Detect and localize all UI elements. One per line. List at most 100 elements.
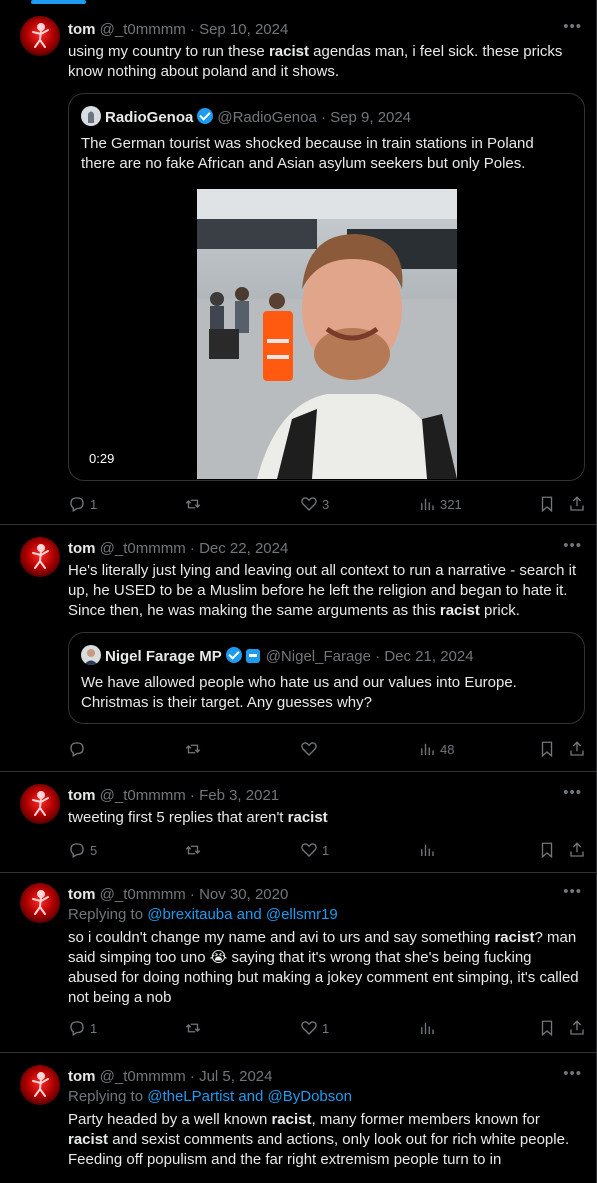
share-icon: [570, 842, 584, 857]
affiliate-badge-icon: [245, 649, 260, 663]
tweet[interactable]: tom @_t0mmmm · Dec 22, 2024 ••• He's lit…: [0, 525, 596, 772]
tweet-date[interactable]: Dec 22, 2024: [199, 540, 288, 557]
like-button[interactable]: 1: [300, 841, 329, 859]
avatar[interactable]: [20, 16, 60, 56]
author-name[interactable]: tom: [68, 540, 96, 557]
author-handle[interactable]: @_t0mmmm: [100, 886, 186, 903]
share-icon: [570, 1020, 584, 1035]
repost-button[interactable]: [184, 495, 202, 513]
share-button[interactable]: [568, 495, 586, 513]
bookmark-button[interactable]: [538, 740, 556, 758]
more-icon[interactable]: •••: [563, 883, 582, 900]
avatar[interactable]: [20, 883, 60, 923]
video-thumbnail[interactable]: [197, 189, 457, 479]
like-button[interactable]: 3: [300, 495, 329, 513]
author-handle[interactable]: @_t0mmmm: [100, 21, 186, 38]
like-button[interactable]: [300, 740, 318, 758]
tweet-header: tom @_t0mmmm · Sep 10, 2024: [68, 21, 289, 38]
reply-icon: [70, 843, 84, 858]
reply-button[interactable]: 1: [68, 1019, 97, 1037]
tweet[interactable]: tom @_t0mmmm · Sep 10, 2024 ••• using my…: [0, 6, 596, 525]
like-count: 1: [322, 1020, 330, 1036]
quoted-author-name: Nigel Farage MP: [105, 648, 222, 665]
quoted-tweet[interactable]: Nigel Farage MP @Nigel_Farage · Dec 21, 2…: [68, 632, 585, 724]
timeline: tom @_t0mmmm · Sep 10, 2024 ••• using my…: [0, 6, 597, 1183]
repost-button[interactable]: [184, 841, 202, 859]
bookmark-button[interactable]: [538, 1019, 556, 1037]
author-name[interactable]: tom: [68, 787, 96, 804]
bookmark-icon: [541, 741, 553, 758]
quoted-text: The German tourist was shocked because i…: [81, 135, 534, 172]
views-button[interactable]: [418, 841, 436, 859]
share-button[interactable]: [568, 1019, 586, 1037]
quoted-tweet[interactable]: RadioGenoa @RadioGenoa · Sep 9, 2024 The …: [68, 93, 585, 481]
replying-to: Replying to @brexitauba and @ellsmr19: [68, 906, 338, 923]
view-count: 48: [440, 741, 455, 757]
author-name[interactable]: tom: [68, 21, 96, 38]
tweet-text: using my country to run these racist age…: [68, 43, 563, 80]
action-bar: 48: [68, 740, 584, 760]
quoted-text: We have allowed people who hate us and o…: [81, 674, 517, 711]
avatar[interactable]: [20, 1065, 60, 1105]
tweet-text: Party headed by a well known racist, man…: [68, 1111, 570, 1168]
views-button[interactable]: 321: [418, 495, 462, 513]
author-handle[interactable]: @_t0mmmm: [100, 787, 186, 804]
author-handle[interactable]: @_t0mmmm: [100, 540, 186, 557]
repost-icon: [185, 845, 201, 855]
like-icon: [301, 1021, 317, 1035]
views-icon: [421, 498, 434, 510]
more-icon[interactable]: •••: [563, 537, 582, 554]
tweet-header: tom @_t0mmmm · Feb 3, 2021: [68, 787, 280, 804]
views-icon: [421, 844, 434, 856]
tweet[interactable]: tom @_t0mmmm · Nov 30, 2020 ••• Replying…: [0, 873, 596, 1053]
bookmark-button[interactable]: [538, 841, 556, 859]
active-tab-underline: [31, 0, 86, 4]
reply-button[interactable]: 5: [68, 841, 97, 859]
reply-icon: [70, 1021, 84, 1036]
quoted-avatar: [81, 106, 101, 126]
bookmark-icon: [541, 842, 553, 859]
replying-to-handles[interactable]: @brexitauba and @ellsmr19: [147, 906, 338, 923]
like-count: 1: [322, 842, 330, 858]
author-name[interactable]: tom: [68, 1068, 96, 1085]
quoted-date: Sep 9, 2024: [330, 109, 412, 126]
action-bar: 1 1: [68, 1019, 584, 1039]
replying-to-handles[interactable]: @theLPartist and @ByDobson: [147, 1088, 352, 1105]
like-button[interactable]: 1: [300, 1019, 329, 1037]
tweet-text: tweeting first 5 replies that aren't rac…: [68, 809, 328, 826]
avatar[interactable]: [20, 537, 60, 577]
author-handle[interactable]: @_t0mmmm: [100, 1068, 186, 1085]
reply-count: 1: [90, 1020, 98, 1036]
author-name[interactable]: tom: [68, 886, 96, 903]
tweet-date[interactable]: Nov 30, 2020: [199, 886, 288, 903]
like-count: 3: [322, 496, 330, 512]
repost-icon: [185, 1023, 201, 1033]
reply-count: 1: [90, 496, 98, 512]
more-icon[interactable]: •••: [563, 1065, 582, 1082]
video-duration: 0:29: [83, 450, 121, 467]
share-icon: [570, 496, 584, 511]
tweet[interactable]: tom @_t0mmmm · Jul 5, 2024 ••• Replying …: [0, 1053, 596, 1183]
reply-button[interactable]: [68, 740, 90, 758]
repost-icon: [185, 744, 201, 754]
reply-button[interactable]: 1: [68, 495, 97, 513]
views-button[interactable]: 48: [418, 740, 454, 758]
views-button[interactable]: [418, 1019, 436, 1037]
tweet-date[interactable]: Feb 3, 2021: [199, 787, 279, 804]
reply-count: 5: [90, 842, 98, 858]
share-button[interactable]: [568, 841, 586, 859]
tweet-date[interactable]: Jul 5, 2024: [199, 1068, 272, 1085]
view-count: 321: [440, 496, 462, 512]
tweet[interactable]: tom @_t0mmmm · Feb 3, 2021 ••• tweeting …: [0, 772, 596, 873]
tweet-date[interactable]: Sep 10, 2024: [199, 21, 288, 38]
share-button[interactable]: [568, 740, 586, 758]
more-icon[interactable]: •••: [563, 18, 582, 35]
bookmark-button[interactable]: [538, 495, 556, 513]
repost-button[interactable]: [184, 740, 202, 758]
avatar[interactable]: [20, 784, 60, 824]
repost-button[interactable]: [184, 1019, 202, 1037]
more-icon[interactable]: •••: [563, 784, 582, 801]
tweet-text: so i couldn't change my name and avi to …: [68, 929, 579, 1006]
replying-to: Replying to @theLPartist and @ByDobson: [68, 1088, 352, 1105]
tweet-header: tom @_t0mmmm · Jul 5, 2024: [68, 1068, 273, 1085]
